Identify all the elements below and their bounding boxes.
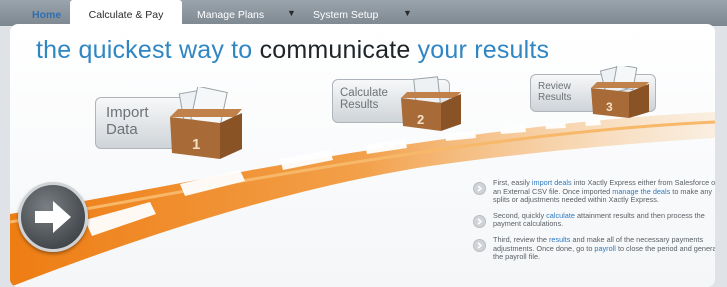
chevron-right-icon: [473, 238, 486, 252]
system-setup-dropdown-icon[interactable]: ▼: [403, 0, 412, 26]
headline-part1: the quickest way to: [36, 36, 253, 64]
headline: the quickest way to communicate your res…: [36, 36, 549, 65]
main-panel: the quickest way to communicate your res…: [10, 24, 715, 287]
tab-home[interactable]: Home: [32, 0, 61, 26]
manage-plans-dropdown-icon[interactable]: ▼: [287, 0, 296, 26]
chevron-right-icon: [473, 182, 486, 195]
box-3-icon: 3: [591, 66, 649, 118]
box-3-number: 3: [606, 100, 613, 114]
tab-manage-plans[interactable]: Manage Plans: [197, 0, 264, 26]
start-arrow-button[interactable]: [18, 182, 88, 252]
chevron-right-icon: [473, 214, 486, 228]
instructions-list: First, easily import deals into Xactly E…: [473, 178, 715, 269]
tab-calculate-pay[interactable]: Calculate & Pay: [70, 0, 182, 26]
arrow-right-icon: [35, 201, 71, 233]
box-1-number: 1: [192, 136, 200, 153]
top-nav: Home Calculate & Pay Manage Plans ▼ Syst…: [0, 0, 727, 26]
headline-part2: communicate: [259, 36, 411, 64]
box-1-icon: 1: [170, 87, 242, 159]
tab-system-setup[interactable]: System Setup: [313, 0, 378, 26]
instruction-item: Third, review the results and make all o…: [473, 235, 715, 262]
instruction-item: Second, quickly calculate attainment res…: [473, 211, 715, 229]
headline-part3: your results: [417, 36, 550, 64]
box-2-icon: 2: [401, 76, 461, 131]
box-2-number: 2: [417, 112, 424, 127]
instruction-item: First, easily import deals into Xactly E…: [473, 178, 715, 205]
payroll-link[interactable]: payroll: [594, 244, 616, 253]
